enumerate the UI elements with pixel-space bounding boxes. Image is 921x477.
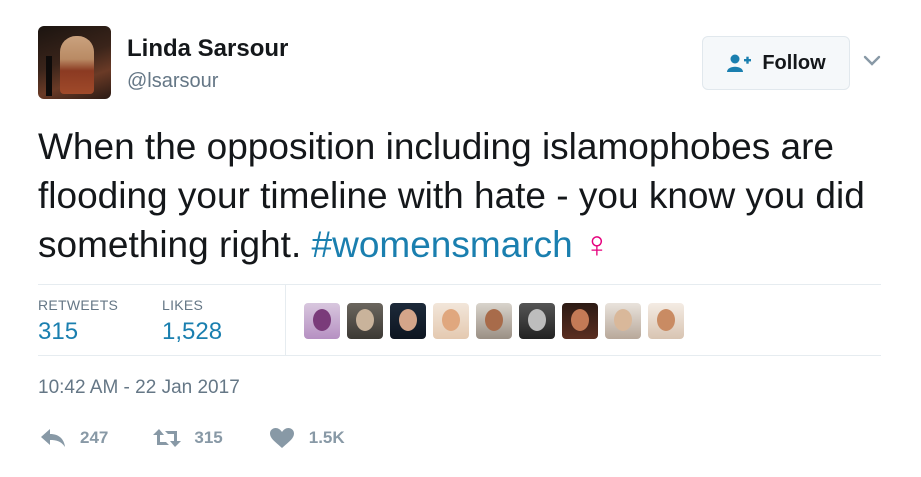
likes-value: 1,528 [162,318,223,345]
liker-avatar[interactable] [433,303,469,339]
likes-stat[interactable]: LIKES 1,528 [162,297,222,346]
tweet-text: When the opposition including islamophob… [38,122,888,269]
reply-icon [41,429,65,447]
like-button[interactable]: 1.5K [267,426,345,450]
retweet-icon [153,429,182,447]
tweet-timestamp[interactable]: 10:42 AM - 22 Jan 2017 [38,377,240,399]
follow-button[interactable]: Follow [702,36,850,90]
user-name[interactable]: Linda Sarsour [127,35,288,63]
reply-button[interactable]: 247 [38,426,108,450]
likes-label: LIKES [162,297,204,313]
liker-avatar[interactable] [648,303,684,339]
tweet-actions: 247 315 1.5K [38,425,389,451]
hashtag-link[interactable]: #womensmarch [312,224,573,265]
reply-count: 247 [80,428,109,447]
tweet-header: Linda Sarsour @lsarsour Follow [38,26,888,102]
like-count: 1.5K [308,428,345,447]
retweet-count: 315 [194,428,223,447]
tweet-stats: RETWEETS 315 LIKES 1,528 [38,284,881,356]
user-handle[interactable]: @lsarsour [127,70,218,93]
retweets-value: 315 [38,318,79,345]
liker-avatar[interactable] [347,303,383,339]
venus-emoji: ♀ [582,224,611,265]
stats-divider [285,285,286,355]
liker-avatar[interactable] [304,303,340,339]
follow-label: Follow [762,51,826,74]
liker-avatar[interactable] [390,303,426,339]
liker-avatar[interactable] [605,303,641,339]
heart-icon [269,428,294,448]
liker-avatar[interactable] [476,303,512,339]
liker-avatar[interactable] [519,303,555,339]
retweet-button[interactable]: 315 [152,426,223,450]
likers-avatars [304,303,684,339]
retweets-label: RETWEETS [38,297,119,313]
retweets-stat[interactable]: RETWEETS 315 [38,297,118,346]
add-user-icon [727,54,752,72]
chevron-down-icon[interactable] [862,54,882,68]
liker-avatar[interactable] [562,303,598,339]
avatar[interactable] [38,26,111,99]
